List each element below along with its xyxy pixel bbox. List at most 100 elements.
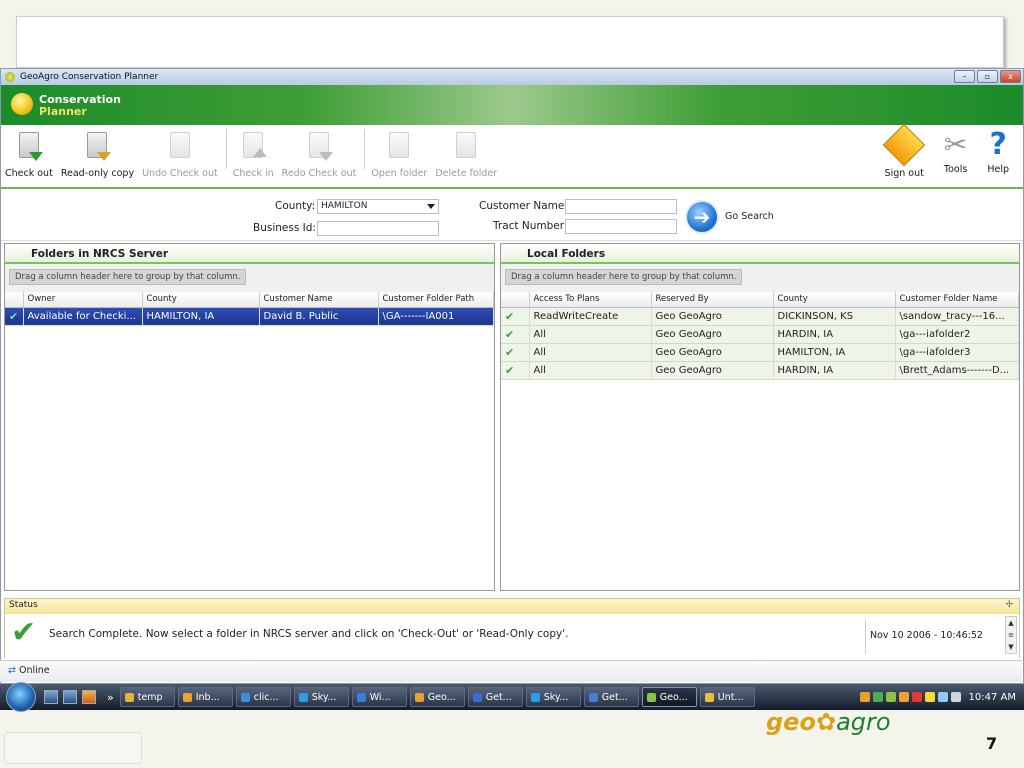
cell-county: HAMILTON, IA: [142, 307, 260, 326]
check-in-button[interactable]: Check in: [233, 130, 274, 179]
minimize-button[interactable]: –: [954, 70, 975, 83]
status-body: ✔ Search Complete. Now select a folder i…: [5, 614, 1019, 658]
column-header-access-to-plans[interactable]: Access To Plans: [529, 292, 652, 308]
search-area: County: HAMILTON Business Id: Customer N…: [1, 189, 1023, 241]
redo-check-out-button[interactable]: Redo Check out: [282, 130, 356, 179]
chevron-right-icon[interactable]: »: [107, 691, 114, 704]
slide-header-box: [16, 16, 1004, 68]
status-scrollbar[interactable]: ▲ ≡ ▼: [1005, 616, 1017, 654]
nrcs-panel-title: Folders in NRCS Server: [5, 244, 494, 264]
go-search-label: Go Search: [725, 211, 774, 222]
open-folder-button[interactable]: Open folder: [371, 130, 427, 179]
tray-icon[interactable]: [859, 692, 870, 702]
logo-globe-icon: ✿: [815, 708, 837, 736]
taskbar-item[interactable]: clic...: [235, 687, 291, 707]
switch-windows-icon[interactable]: [63, 690, 77, 704]
cell-reserved-by: Geo GeoAgro: [651, 361, 774, 380]
taskbar-item[interactable]: Inb...: [177, 687, 233, 707]
taskbar-item[interactable]: Unt...: [699, 687, 755, 707]
start-button[interactable]: [6, 682, 36, 712]
chevron-down-icon: [427, 204, 435, 209]
column-header-owner[interactable]: Owner: [23, 292, 143, 308]
undo-check-out-icon: [164, 130, 196, 164]
group-area: Drag a column header here to group by th…: [501, 264, 1019, 292]
group-by-hint[interactable]: Drag a column header here to group by th…: [9, 269, 247, 285]
task-icon: [530, 692, 540, 702]
logo-agro: agro: [836, 708, 891, 736]
pin-icon[interactable]: ✢: [1005, 600, 1013, 610]
table-row[interactable]: ✔ Available for Checki... HAMILTON, IA D…: [5, 307, 494, 326]
tray-icon[interactable]: [911, 692, 922, 702]
column-header-customer-folder-path[interactable]: Customer Folder Path: [378, 292, 494, 308]
firefox-icon[interactable]: [82, 690, 96, 704]
taskbar-item[interactable]: Geo...: [409, 687, 465, 707]
taskbar-item[interactable]: Get...: [467, 687, 523, 707]
check-out-icon: [13, 130, 45, 164]
check-icon: ✔: [501, 307, 530, 326]
taskbar-item[interactable]: Sky...: [293, 687, 349, 707]
close-button[interactable]: x: [1000, 70, 1021, 83]
taskbar-item[interactable]: Sky...: [525, 687, 581, 707]
app-banner: Conservation Planner: [1, 85, 1023, 125]
taskbar-item-label: Unt...: [717, 691, 744, 703]
connection-status-bar: ⇄ Online: [0, 660, 1022, 682]
cell-folder-name: \ga---iafolder3: [895, 343, 1019, 362]
cell-folder-name: \ga---iafolder2: [895, 325, 1019, 344]
volume-icon[interactable]: [950, 692, 961, 702]
group-by-hint[interactable]: Drag a column header here to group by th…: [505, 269, 743, 285]
window-controls: – ▫ x: [954, 70, 1021, 83]
delete-folder-button[interactable]: Delete folder: [435, 130, 497, 179]
taskbar-item-label: Sky...: [543, 691, 569, 703]
help-button[interactable]: ? Help: [987, 126, 1009, 179]
help-icon: ?: [989, 127, 1007, 162]
taskbar-item[interactable]: Wi...: [351, 687, 407, 707]
table-row[interactable]: ✔ All Geo GeoAgro HARDIN, IA \Brett_Adam…: [501, 361, 1019, 380]
undo-check-out-button[interactable]: Undo Check out: [142, 130, 218, 179]
taskbar-item[interactable]: temp: [119, 687, 175, 707]
taskbar-item-label: Geo...: [659, 691, 688, 703]
taskbar-item-active[interactable]: Geo...: [641, 687, 697, 707]
task-icon: [356, 692, 366, 702]
taskbar-item-label: Get...: [485, 691, 512, 703]
column-header-county[interactable]: County: [773, 292, 896, 308]
column-header-county[interactable]: County: [142, 292, 260, 308]
banner-title: Conservation: [39, 93, 121, 106]
business-id-field[interactable]: [317, 221, 439, 236]
table-row[interactable]: ✔ All Geo GeoAgro HAMILTON, IA \ga---iaf…: [501, 343, 1019, 362]
network-icon[interactable]: [937, 692, 948, 702]
column-header-reserved-by[interactable]: Reserved By: [651, 292, 774, 308]
open-folder-label: Open folder: [371, 168, 428, 179]
column-header-status[interactable]: [501, 292, 530, 308]
check-out-label: Check out: [5, 168, 53, 179]
tray-icon[interactable]: [924, 692, 935, 702]
tray-icon[interactable]: [898, 692, 909, 702]
local-folders-panel: Local Folders Drag a column header here …: [500, 243, 1020, 591]
column-header-customer-folder-name[interactable]: Customer Folder Name: [895, 292, 1019, 308]
read-only-copy-button[interactable]: Read-only copy: [61, 130, 134, 179]
tray-icon[interactable]: [885, 692, 896, 702]
column-header-status[interactable]: [5, 292, 24, 308]
clock[interactable]: 10:47 AM: [969, 692, 1016, 703]
cell-folder-path: \GA-------IA001: [378, 307, 494, 326]
group-area: Drag a column header here to group by th…: [5, 264, 494, 292]
check-out-button[interactable]: Check out: [5, 130, 53, 179]
tray-icon[interactable]: [872, 692, 883, 702]
column-header-customer-name[interactable]: Customer Name: [259, 292, 379, 308]
banner-subtitle: Planner: [39, 105, 87, 118]
redo-check-out-icon: [303, 130, 335, 164]
taskbar-item[interactable]: Get...: [583, 687, 639, 707]
check-in-icon: [237, 130, 269, 164]
logo-geo: geo: [766, 708, 816, 736]
customer-name-field[interactable]: [565, 199, 677, 214]
table-row[interactable]: ✔ ReadWriteCreate Geo GeoAgro DICKINSON,…: [501, 307, 1019, 326]
sign-out-button[interactable]: Sign out: [882, 123, 926, 179]
tract-number-field[interactable]: [565, 219, 677, 234]
go-search-button[interactable]: ➔: [685, 200, 719, 234]
table-row[interactable]: ✔ All Geo GeoAgro HARDIN, IA \ga---iafol…: [501, 325, 1019, 344]
county-select[interactable]: HAMILTON: [317, 199, 439, 214]
show-desktop-icon[interactable]: [44, 690, 58, 704]
tools-button[interactable]: ✂ Tools: [944, 126, 967, 179]
maximize-button[interactable]: ▫: [977, 70, 998, 83]
task-icon: [240, 692, 250, 702]
online-label: Online: [19, 665, 50, 676]
